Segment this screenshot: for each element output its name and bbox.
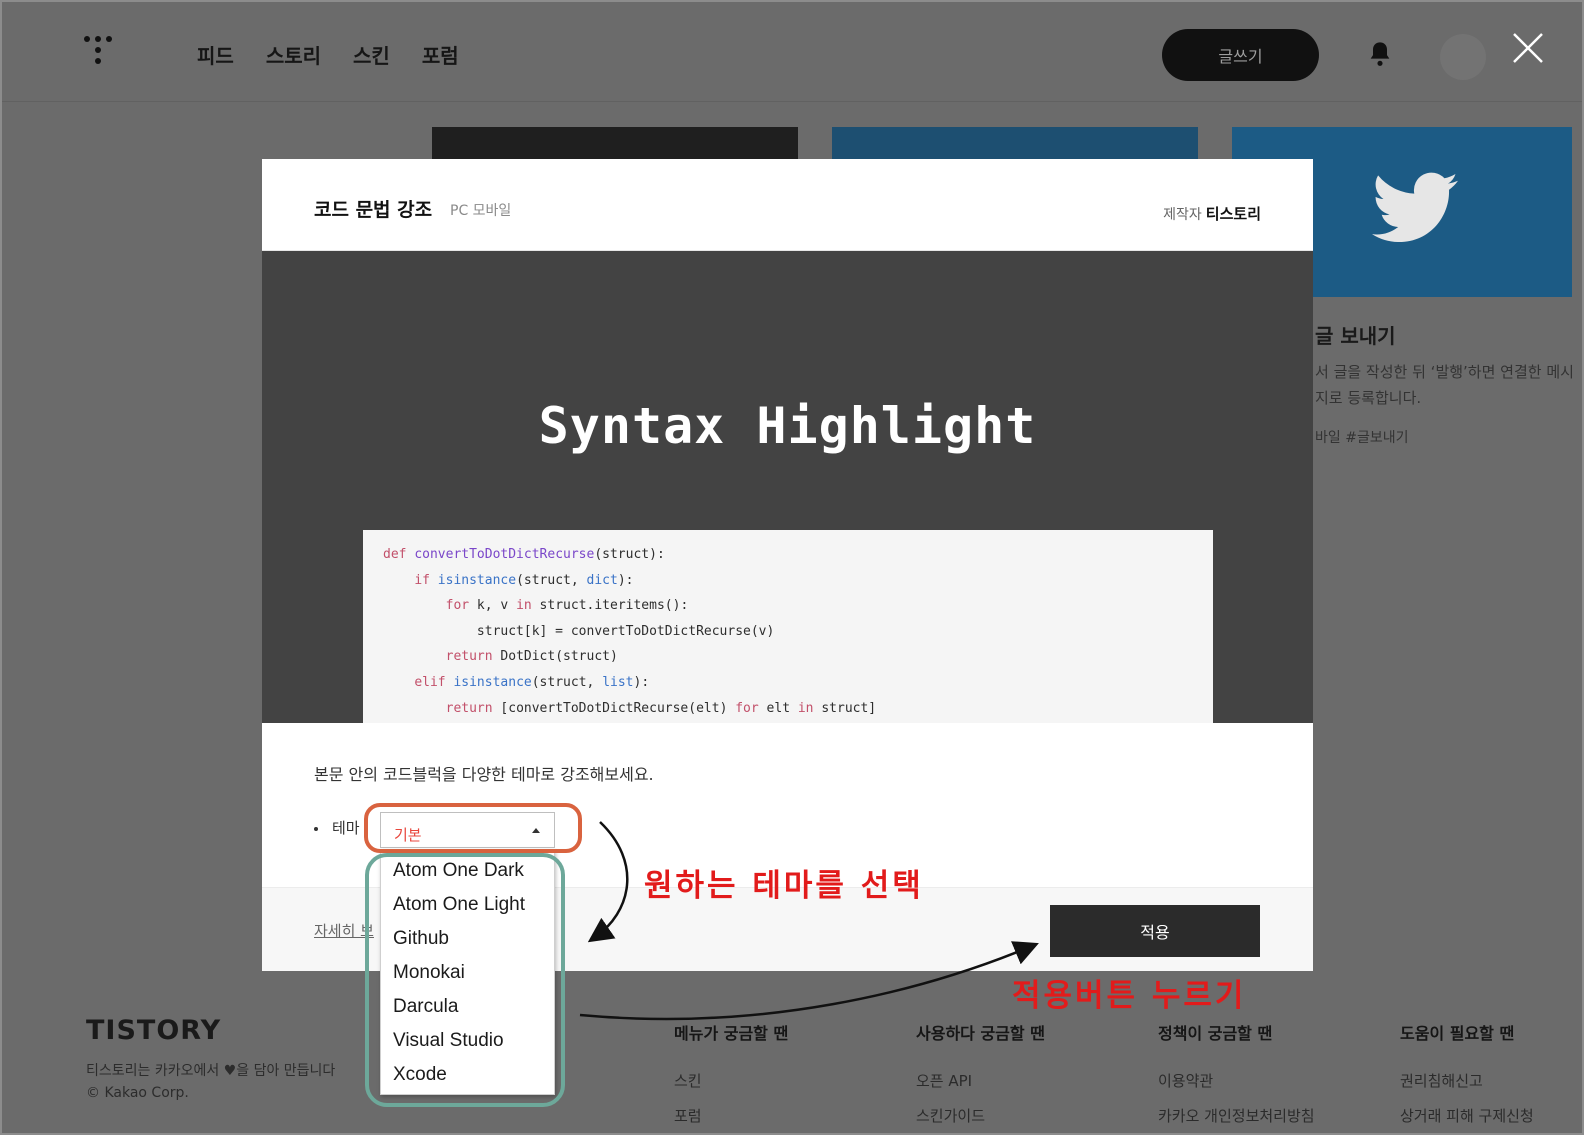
author-info: 제작자 티스토리 [1163,203,1261,224]
code-line: struct[k] = convertToDotDictRecurse(v) [383,623,775,639]
bell-icon[interactable] [1366,40,1394,68]
modal-title: 코드 문법 강조 [314,199,433,221]
footer-link[interactable]: 스킨 [674,1070,788,1091]
footer-link[interactable]: 스킨가이드 [916,1105,1045,1126]
footer-link[interactable]: 오픈 API [916,1070,1045,1091]
apply-button[interactable]: 적용 [1050,905,1260,957]
footer-tagline: 티스토리는 카카오에서 ♥을 담아 만듭니다 [86,1063,336,1079]
nav-item-feed[interactable]: 피드 [197,40,234,69]
bullet-icon [314,826,318,831]
code-line: elif isinstance(struct, list): [414,674,650,690]
nav-item-story[interactable]: 스토리 [266,40,321,69]
nav-item-forum[interactable]: 포럼 [422,40,459,69]
screenshot-frame: 피드 스토리 스킨 포럼 글쓰기 글 보내기 서 글을 작성한 뒤 ‘발행’하면… [0,0,1584,1135]
code-line: for k, v in struct.iteritems(): [445,598,689,614]
footer-brand: TISTORY [86,1015,222,1046]
footer-column: 정책이 궁금할 땐 이용약관 카카오 개인정보처리방침 [1158,1020,1315,1133]
top-navigation: 피드 스토리 스킨 포럼 글쓰기 [2,2,1582,102]
theme-label: 테마 [332,819,360,837]
footer-column: 메뉴가 궁금할 땐 스킨 포럼 [674,1020,789,1133]
footer-link[interactable]: 상거래 피해 구제신청 [1400,1105,1534,1126]
platform-labels: PC 모바일 [450,203,512,219]
footer-link[interactable]: 포럼 [674,1105,788,1126]
avatar[interactable] [1440,34,1486,80]
theme-row: 테마 [314,817,360,838]
tistory-logo-icon[interactable] [84,36,120,72]
close-icon[interactable] [1510,30,1546,66]
background-card-text: 글 보내기 서 글을 작성한 뒤 ‘발행’하면 연결한 메시지로 등록합니다. … [1315,320,1575,447]
footer-column-title: 사용하다 궁금할 땐 [916,1024,1045,1043]
preview-title: Syntax Highlight [538,397,1037,455]
code-line: if isinstance(struct, dict): [414,572,634,588]
footer-column: 도움이 필요할 땐 권리침해신고 상거래 피해 구제신청 [1400,1020,1534,1133]
footer-copyright: © Kakao Corp. [86,1085,189,1101]
footer-column: 사용하다 궁금할 땐 오픈 API 스킨가이드 [916,1020,1045,1133]
footer-column-title: 메뉴가 궁금할 땐 [674,1024,789,1043]
annotation-select-theme: 원하는 테마를 선택 [644,868,924,904]
plugin-preview: Syntax Highlight def convertToDotDictRec… [262,251,1313,723]
footer-link[interactable]: 권리침해신고 [1400,1070,1534,1091]
card-title: 글 보내기 [1315,324,1396,348]
code-line: return [convertToDotDictRecurse(elt) for… [445,700,877,716]
code-line: def convertToDotDictRecurse(struct): [383,547,665,562]
annotation-highlight-select [364,803,582,853]
footer-column-title: 정책이 궁금할 땐 [1158,1024,1273,1043]
footer-link[interactable]: 이용약관 [1158,1070,1315,1091]
modal-header: 코드 문법 강조 PC 모바일 제작자 티스토리 [262,159,1313,251]
twitter-icon [1372,172,1458,243]
code-sample: def convertToDotDictRecurse(struct): if … [363,530,1213,723]
code-line: return DotDict(struct) [445,649,618,665]
plugin-description: 본문 안의 코드블럭을 다양한 테마로 강조해보세요. [314,765,654,784]
main-nav: 피드 스토리 스킨 포럼 [197,40,459,69]
write-button[interactable]: 글쓰기 [1162,29,1319,81]
annotation-highlight-options [365,853,565,1107]
footer-column-title: 도움이 필요할 땐 [1400,1024,1515,1043]
author-label: 제작자 [1163,207,1202,223]
author-name: 티스토리 [1205,205,1261,223]
annotation-press-apply: 적용버튼 누르기 [1012,978,1247,1014]
footer-link[interactable]: 카카오 개인정보처리방침 [1158,1105,1315,1126]
card-tags: 바일 #글보내기 [1315,430,1409,446]
card-description: 서 글을 작성한 뒤 ‘발행’하면 연결한 메시지로 등록합니다. [1315,363,1574,407]
nav-item-skin[interactable]: 스킨 [353,40,390,69]
